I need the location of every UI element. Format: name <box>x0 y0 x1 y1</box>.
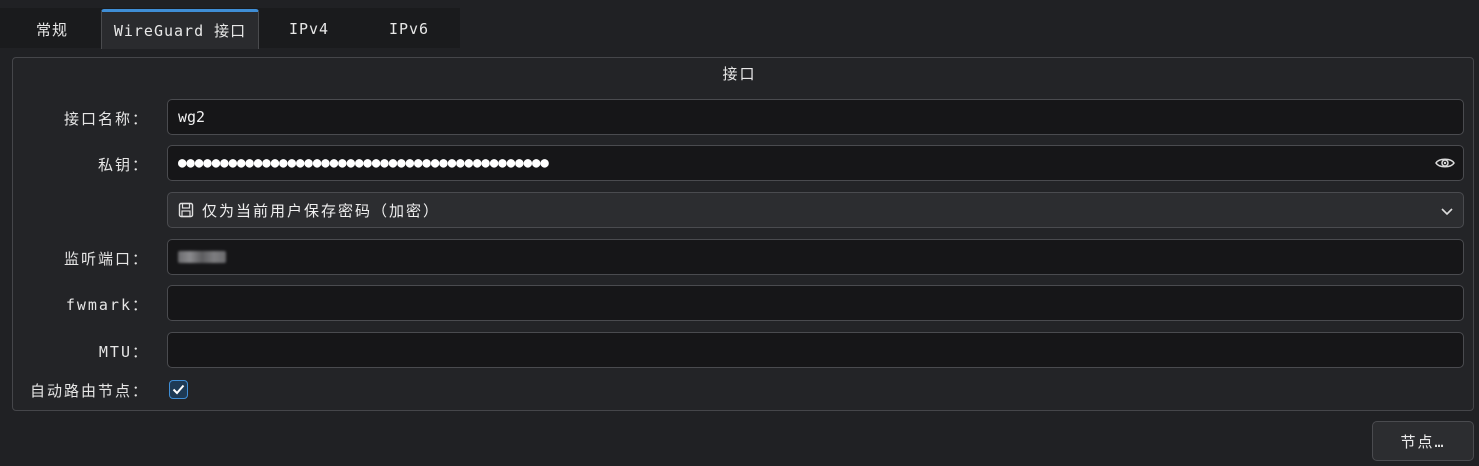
chevron-down-icon <box>1441 208 1453 216</box>
eye-icon[interactable] <box>1435 155 1455 171</box>
private-key-masked-value: ●●●●●●●●●●●●●●●●●●●●●●●●●●●●●●●●●●●●●●●●… <box>178 155 549 171</box>
auto-route-checkbox[interactable] <box>169 380 188 399</box>
interface-name-input[interactable]: wg2 <box>167 99 1464 135</box>
tab-bar: 常规 WireGuard 接口 IPv4 IPv6 <box>0 0 1479 49</box>
interface-name-label: 接口名称： <box>63 110 149 128</box>
password-storage-selected: 仅为当前用户保存密码（加密） <box>202 201 441 220</box>
password-storage-dropdown[interactable]: 仅为当前用户保存密码（加密） <box>167 192 1464 228</box>
mtu-label: MTU： <box>98 343 149 361</box>
private-key-label: 私钥： <box>97 156 149 174</box>
listen-port-input[interactable] <box>167 239 1464 275</box>
auto-route-label: 自动路由节点： <box>29 382 149 400</box>
tab-general[interactable]: 常规 <box>10 10 94 48</box>
nodes-button[interactable]: 节点… <box>1372 421 1474 461</box>
tab-wireguard-interface[interactable]: WireGuard 接口 <box>101 9 259 49</box>
fwmark-input[interactable] <box>167 285 1464 321</box>
listen-port-redacted-value <box>178 251 226 263</box>
listen-port-label: 监听端口： <box>63 250 149 268</box>
tab-ipv6[interactable]: IPv6 <box>362 10 456 48</box>
fwmark-label: fwmark： <box>65 296 149 314</box>
wireguard-settings-window: 常规 WireGuard 接口 IPv4 IPv6 接口 接口名称： wg2 私… <box>0 0 1479 466</box>
mtu-input[interactable] <box>167 332 1464 368</box>
floppy-icon <box>178 202 194 218</box>
tab-ipv4[interactable]: IPv4 <box>262 10 356 48</box>
interface-name-value: wg2 <box>178 108 206 126</box>
private-key-input[interactable]: ●●●●●●●●●●●●●●●●●●●●●●●●●●●●●●●●●●●●●●●●… <box>167 145 1464 181</box>
checkmark-icon <box>172 384 185 395</box>
group-title: 接口 <box>722 65 757 83</box>
